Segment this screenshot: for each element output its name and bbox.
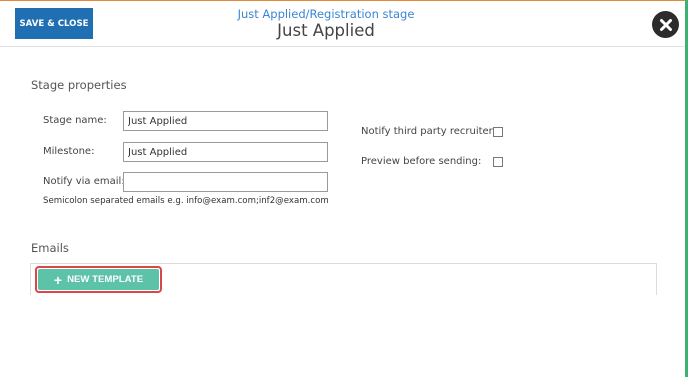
milestone-input[interactable] (123, 142, 328, 162)
notify-recruiter-checkbox[interactable] (493, 127, 503, 137)
notify-email-input[interactable] (123, 172, 328, 192)
notify-recruiter-label: Notify third party recruiter: (361, 126, 496, 137)
email-hint: Semicolon separated emails e.g. info@exa… (43, 196, 329, 206)
new-template-label: NEW TEMPLATE (67, 274, 144, 285)
preview-before-sending-checkbox[interactable] (493, 157, 503, 167)
stage-editor-modal: SAVE & CLOSE Just Applied/Registration s… (0, 0, 688, 377)
header-divider (0, 46, 685, 47)
emails-heading: Emails (31, 241, 69, 255)
notify-email-label: Notify via email: (43, 176, 125, 187)
stage-name-label: Stage name: (43, 115, 107, 126)
new-template-button[interactable]: + NEW TEMPLATE (38, 269, 159, 290)
top-accent-line (0, 0, 688, 1)
stage-name-input[interactable] (123, 111, 328, 131)
close-button[interactable] (652, 11, 679, 38)
stage-properties-heading: Stage properties (31, 78, 127, 92)
page-title: Just Applied (277, 21, 375, 40)
plus-icon: + (53, 271, 63, 288)
milestone-label: Milestone: (43, 146, 95, 157)
close-icon (659, 18, 672, 31)
preview-before-sending-label: Preview before sending: (361, 156, 482, 167)
breadcrumb: Just Applied/Registration stage (237, 7, 415, 21)
